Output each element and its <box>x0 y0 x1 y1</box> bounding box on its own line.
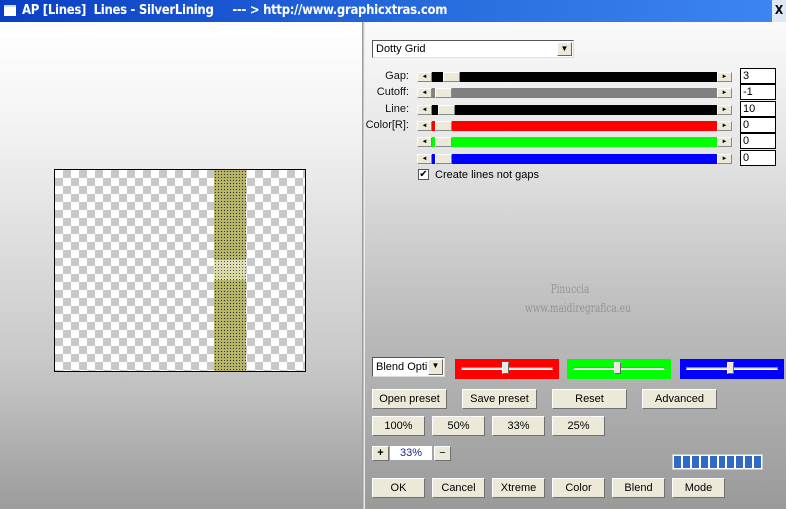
slider-track[interactable] <box>432 120 717 131</box>
chevron-down-icon[interactable]: ▼ <box>557 42 572 56</box>
save-preset-button[interactable]: Save preset <box>462 389 537 409</box>
xtreme-button[interactable]: Xtreme <box>492 478 545 498</box>
arrow-right-icon[interactable]: ► <box>717 153 732 164</box>
create-lines-label: Create lines not gaps <box>435 169 539 181</box>
progress-segment <box>718 456 726 468</box>
color-button[interactable]: Color <box>552 478 605 498</box>
slider-3[interactable]: ◄ ► <box>417 120 732 131</box>
dotty-line-stripe <box>214 170 246 371</box>
slider-value-field[interactable]: 0 <box>740 133 776 150</box>
slider-thumb[interactable] <box>443 72 461 82</box>
slider-value-field[interactable]: 3 <box>740 68 776 84</box>
blend-slider-thumb[interactable] <box>614 362 621 374</box>
slider-track[interactable] <box>432 72 717 82</box>
progress-segment <box>709 456 717 468</box>
slider-track[interactable] <box>432 137 717 148</box>
slider-track[interactable] <box>432 104 717 115</box>
zoom-in-button[interactable]: + <box>372 446 389 461</box>
slider-value-field[interactable]: 10 <box>740 100 776 117</box>
slider-track[interactable] <box>432 153 717 164</box>
reset-button[interactable]: Reset <box>552 389 627 409</box>
arrow-right-icon[interactable]: ► <box>717 88 732 99</box>
progress-segment <box>674 456 681 468</box>
cancel-button[interactable]: Cancel <box>432 478 485 498</box>
slider-label: Gap: <box>385 70 409 82</box>
progress-segment <box>754 456 762 468</box>
slider-track[interactable] <box>432 88 717 99</box>
advanced-button[interactable]: Advanced <box>642 389 717 409</box>
slider-thumb[interactable] <box>435 137 452 148</box>
progress-bar <box>672 454 763 470</box>
arrow-left-icon[interactable]: ◄ <box>417 153 432 164</box>
progress-segment <box>691 456 699 468</box>
close-button[interactable]: X <box>772 0 786 22</box>
slider-label: Color[R]: <box>365 118 409 131</box>
slider-thumb[interactable] <box>435 120 452 131</box>
progress-segment <box>727 456 735 468</box>
create-lines-checkbox[interactable]: ✔ <box>418 169 429 180</box>
arrow-left-icon[interactable]: ◄ <box>417 88 432 99</box>
slider-label: Cutoff: <box>376 86 409 99</box>
slider-value-field[interactable]: 0 <box>740 116 776 133</box>
slider-1[interactable]: ◄ ► <box>417 88 732 99</box>
zoom-25-button[interactable]: 25% <box>552 416 605 436</box>
stripe-gap <box>214 260 246 280</box>
watermark-name: Pinuccia <box>550 282 590 296</box>
slider-label: Line: <box>385 102 409 115</box>
slider-0[interactable]: ◄ ► <box>417 72 732 82</box>
slider-value-field[interactable]: -1 <box>740 84 776 101</box>
arrow-left-icon[interactable]: ◄ <box>417 104 432 115</box>
mode-button[interactable]: Mode <box>672 478 725 498</box>
blend-button[interactable]: Blend <box>612 478 665 498</box>
blend-options-dropdown[interactable]: Blend Opti ▼ <box>372 357 445 377</box>
arrow-right-icon[interactable]: ► <box>717 137 732 148</box>
arrow-left-icon[interactable]: ◄ <box>417 120 432 131</box>
arrow-left-icon[interactable]: ◄ <box>417 72 432 82</box>
zoom-100-button[interactable]: 100% <box>372 416 425 436</box>
preset-dropdown-value: Dotty Grid <box>376 43 426 55</box>
progress-segment <box>682 456 690 468</box>
blend-slider-thumb[interactable] <box>502 362 509 374</box>
slider-thumb[interactable] <box>435 88 452 99</box>
progress-segment <box>700 456 708 468</box>
slider-thumb[interactable] <box>437 104 455 115</box>
arrow-right-icon[interactable]: ► <box>717 120 732 131</box>
slider-thumb[interactable] <box>435 153 452 164</box>
preview-canvas[interactable] <box>54 169 306 372</box>
watermark-url: www.maidiregrafica.eu <box>525 301 631 315</box>
preset-dropdown[interactable]: Dotty Grid ▼ <box>372 40 574 58</box>
blend-slider[interactable] <box>455 359 559 379</box>
blend-slider[interactable] <box>680 359 784 379</box>
arrow-left-icon[interactable]: ◄ <box>417 137 432 148</box>
arrow-right-icon[interactable]: ► <box>717 104 732 115</box>
zoom-50-button[interactable]: 50% <box>432 416 485 436</box>
zoom-out-button[interactable]: − <box>434 446 451 461</box>
window-title: AP [Lines] Lines - SilverLining --- > ht… <box>22 3 448 18</box>
slider-value-field[interactable]: 0 <box>740 149 776 166</box>
ok-button[interactable]: OK <box>372 478 425 498</box>
blend-options-value: Blend Opti <box>376 361 428 373</box>
arrow-right-icon[interactable]: ► <box>717 72 732 82</box>
watermark: Pinuccia www.maidiregrafica.eu <box>525 280 631 318</box>
slider-2[interactable]: ◄ ► <box>417 104 732 115</box>
zoom-33-button[interactable]: 33% <box>492 416 545 436</box>
blend-slider-thumb[interactable] <box>727 362 734 374</box>
slider-4[interactable]: ◄ ► <box>417 137 732 148</box>
progress-segment <box>736 456 744 468</box>
open-preset-button[interactable]: Open preset <box>372 389 447 409</box>
blend-slider[interactable] <box>567 359 671 379</box>
progress-segment <box>745 456 753 468</box>
slider-5[interactable]: ◄ ► <box>417 153 732 164</box>
app-icon <box>4 5 16 16</box>
chevron-down-icon[interactable]: ▼ <box>428 359 443 375</box>
title-bar: AP [Lines] Lines - SilverLining --- > ht… <box>0 0 786 22</box>
zoom-level-field[interactable]: 33% <box>390 446 432 460</box>
